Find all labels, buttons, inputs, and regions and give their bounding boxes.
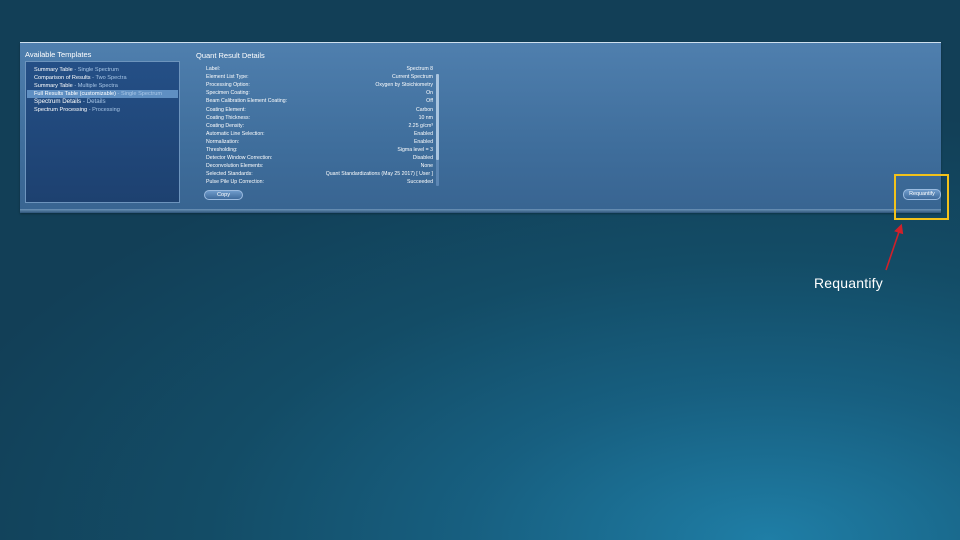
detail-row: Coating Thickness: 10 nm	[206, 114, 433, 122]
detail-key: Selected Standards:	[206, 171, 253, 178]
detail-key: Processing Option:	[206, 82, 250, 89]
detail-row: Coating Element: Carbon	[206, 106, 433, 114]
arrow-line	[885, 223, 904, 271]
template-label: Summary Table	[34, 67, 73, 73]
template-sub-label: - Single Spectrum	[74, 67, 119, 73]
details-scroll-thumb[interactable]	[436, 74, 439, 160]
template-label: Spectrum Details	[34, 98, 82, 105]
detail-key: Coating Thickness:	[206, 114, 251, 121]
template-item[interactable]: Spectrum Details - Details	[27, 98, 178, 106]
details-list: Label: Spectrum 8 Element List Type: Curren…	[201, 65, 437, 186]
detail-value: 10 nm	[418, 114, 433, 121]
detail-row: Beam Calibration Element Coating: Off	[206, 97, 433, 105]
highlight-box	[894, 174, 949, 220]
detail-key: Beam Calibration Element Coating:	[206, 98, 288, 105]
detail-key: Automatic Line Selection:	[206, 130, 265, 137]
details-scrollbar[interactable]	[436, 74, 439, 186]
detail-key: Coating Element:	[206, 106, 246, 113]
detail-row: Automatic Line Selection: Enabled	[206, 130, 433, 138]
template-label: Full Results Table (customizable)	[34, 91, 116, 97]
detail-value: None	[420, 163, 433, 170]
template-sub-label: - Details	[82, 98, 106, 105]
template-label: Comparison of Results	[34, 75, 91, 81]
template-item[interactable]: Full Results Table (customizable) - Sing…	[27, 90, 178, 98]
detail-key: Detector Window Correction:	[206, 155, 273, 162]
template-item[interactable]: Summary Table - Single Spectrum	[27, 66, 178, 74]
detail-row: Selected Standards: Quant Standardization…	[206, 170, 433, 178]
detail-key: Label:	[206, 66, 221, 72]
template-item[interactable]: Comparison of Results - Two Spectra	[27, 74, 178, 82]
detail-value: On	[426, 90, 433, 97]
detail-value: Carbon	[415, 106, 433, 113]
template-item[interactable]: Spectrum Processing - Processing	[27, 106, 178, 114]
detail-row: Specimen Coating: On	[206, 89, 433, 97]
detail-key: Pulse Pile Up Correction:	[206, 179, 264, 186]
template-sub-label: - Processing	[88, 107, 120, 113]
app-window: Available Templates Summary Table - Sing…	[20, 42, 941, 213]
templates-title: Available Templates	[25, 50, 92, 59]
copy-button[interactable]: Copy	[204, 190, 243, 200]
detail-key: Thresholding:	[206, 147, 238, 153]
templates-list[interactable]: Summary Table - Single Spectrum Compariso…	[25, 61, 180, 203]
detail-value: Enabled	[413, 130, 433, 137]
detail-row: Coating Density: 2.25 g/cm³	[206, 122, 433, 130]
detail-row: Label: Spectrum 8	[206, 65, 433, 73]
detail-key: Coating Density:	[206, 122, 245, 129]
detail-value: Disabled	[412, 155, 433, 162]
detail-value: Spectrum 8	[406, 66, 433, 72]
detail-value: Oxygen by Stoichiometry	[375, 82, 433, 89]
detail-value: Succeeded	[407, 179, 433, 186]
detail-value: Quant Standardizations (May 25 2017) [ U…	[325, 171, 433, 178]
detail-row: Element List Type: Current Spectrum	[206, 73, 433, 81]
detail-value: Off	[426, 98, 433, 105]
detail-row: Deconvolution Elements: None	[206, 162, 433, 170]
detail-key: Element List Type:	[206, 74, 249, 81]
detail-row: Thresholding: Sigma level = 3	[206, 146, 433, 154]
detail-value: Enabled	[413, 138, 433, 145]
callout-label: Requantify	[814, 275, 883, 291]
detail-key: Normalization:	[206, 138, 240, 145]
template-item[interactable]: Summary Table - Multiple Spectra	[27, 82, 178, 90]
detail-row: Normalization: Enabled	[206, 138, 433, 146]
detail-key: Specimen Coating:	[206, 90, 250, 97]
window-bottom-edge	[20, 209, 941, 213]
template-label: Spectrum Processing	[34, 107, 88, 113]
details-title: Quant Result Details	[196, 51, 265, 60]
detail-value: Sigma level = 3	[397, 147, 433, 153]
template-sub-label: - Two Spectra	[92, 75, 127, 81]
template-sub-label: - Multiple Spectra	[74, 83, 118, 89]
detail-row: Pulse Pile Up Correction: Succeeded	[206, 178, 433, 186]
template-sub-label: - Single Spectrum	[117, 91, 163, 97]
template-label: Summary Table	[34, 83, 73, 89]
detail-value: Current Spectrum	[392, 74, 433, 81]
detail-row: Detector Window Correction: Disabled	[206, 154, 433, 162]
detail-key: Deconvolution Elements:	[206, 163, 264, 170]
detail-value: 2.25 g/cm³	[408, 122, 433, 129]
detail-row: Processing Option: Oxygen by Stoichiometr…	[206, 81, 433, 89]
